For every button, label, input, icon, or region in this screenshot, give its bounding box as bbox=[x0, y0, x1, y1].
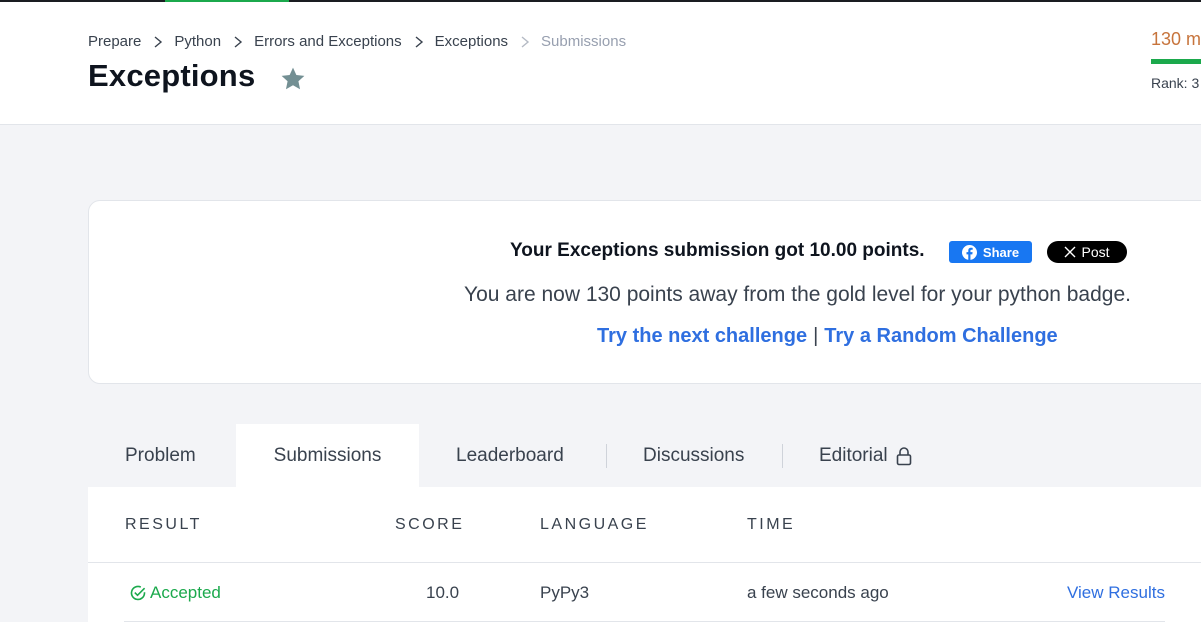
result-accepted: Accepted bbox=[129, 583, 221, 603]
score-value: 10.0 bbox=[426, 583, 460, 602]
time-value: a few seconds ago bbox=[747, 583, 889, 602]
submission-result-banner: Your Exceptions submission got 10.00 poi… bbox=[88, 200, 1201, 384]
points-away-text: 130 m bbox=[1151, 29, 1201, 49]
tab-editorial-label: Editorial bbox=[819, 444, 888, 466]
column-header-time: TIME bbox=[747, 516, 796, 533]
breadcrumb-exceptions[interactable]: Exceptions bbox=[435, 33, 508, 50]
share-label: Share bbox=[982, 244, 1020, 260]
tab-divider bbox=[782, 444, 783, 468]
x-post-button[interactable]: Post bbox=[1047, 241, 1127, 263]
tab-discussions[interactable]: Discussions bbox=[643, 424, 744, 487]
random-challenge-link[interactable]: Try a Random Challenge bbox=[824, 325, 1057, 347]
tab-submissions[interactable]: Submissions bbox=[236, 424, 419, 487]
submission-headline: Your Exceptions submission got 10.00 poi… bbox=[510, 240, 925, 261]
challenge-tabs: Problem Submissions Leaderboard Discussi… bbox=[88, 424, 1201, 487]
column-header-result: RESULT bbox=[125, 516, 202, 533]
column-header-score: SCORE bbox=[395, 516, 465, 533]
breadcrumb-python[interactable]: Python bbox=[174, 33, 221, 50]
table-divider bbox=[88, 562, 1201, 563]
lock-icon bbox=[896, 446, 911, 465]
breadcrumb-errors-and-exceptions[interactable]: Errors and Exceptions bbox=[254, 33, 402, 50]
tab-leaderboard[interactable]: Leaderboard bbox=[456, 424, 564, 487]
next-challenge-link[interactable]: Try the next challenge bbox=[597, 325, 807, 347]
tab-divider bbox=[606, 444, 607, 468]
star-icon[interactable] bbox=[280, 66, 306, 92]
chevron-right-icon bbox=[154, 35, 163, 48]
tab-editorial[interactable]: Editorial bbox=[819, 424, 913, 487]
breadcrumb-prepare[interactable]: Prepare bbox=[88, 33, 141, 50]
facebook-share-button[interactable]: Share bbox=[949, 241, 1032, 263]
column-header-language: LANGUAGE bbox=[540, 516, 649, 533]
view-results-link[interactable]: View Results bbox=[1067, 583, 1165, 603]
badge-progress-message: You are now 130 points away from the gol… bbox=[464, 283, 1131, 306]
check-circle-icon bbox=[130, 585, 146, 601]
submissions-table: RESULT SCORE LANGUAGE TIME Accepted 10.0… bbox=[88, 487, 1201, 622]
rank-text: Rank: 3 bbox=[1151, 75, 1200, 91]
page-title: Exceptions bbox=[88, 58, 256, 93]
result-label: Accepted bbox=[150, 583, 221, 602]
challenge-links: Try the next challenge | Try a Random Chal… bbox=[597, 325, 1058, 348]
x-logo-icon bbox=[1064, 246, 1076, 258]
breadcrumb-submissions: Submissions bbox=[541, 33, 627, 50]
language-value: PyPy3 bbox=[540, 583, 590, 602]
page-header: Prepare Python Errors and Exceptions Exc… bbox=[0, 2, 1201, 125]
link-divider: | bbox=[813, 325, 819, 347]
chevron-right-icon bbox=[234, 35, 243, 48]
chevron-right-icon bbox=[521, 35, 530, 48]
breadcrumb: Prepare Python Errors and Exceptions Exc… bbox=[88, 33, 626, 50]
chevron-right-icon bbox=[415, 35, 423, 48]
points-progress-bar bbox=[1151, 59, 1201, 64]
post-label: Post bbox=[1081, 244, 1110, 260]
tab-problem[interactable]: Problem bbox=[125, 424, 196, 487]
facebook-icon bbox=[961, 244, 977, 260]
